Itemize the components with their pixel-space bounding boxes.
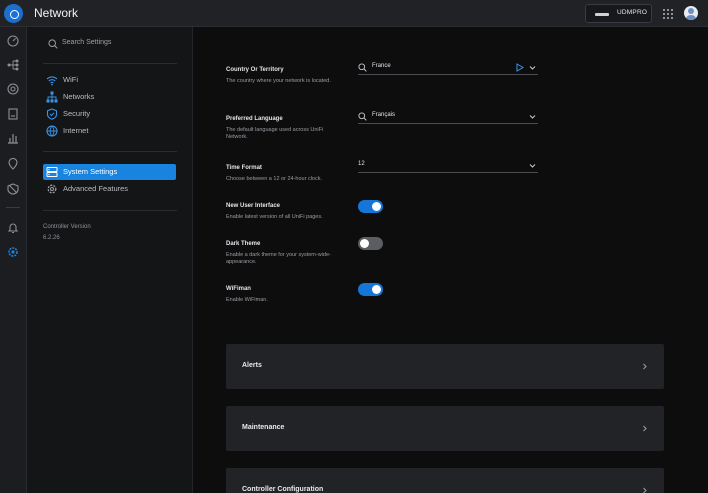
app-nav-rail — [0, 27, 27, 493]
insights-icon[interactable] — [7, 158, 19, 170]
settings-sidebar: Search Settings WiFi Networks Security I… — [27, 27, 193, 493]
panel-title: Alerts — [242, 362, 262, 369]
time-format-select[interactable]: 12 — [358, 159, 538, 173]
topology-icon[interactable] — [7, 59, 19, 71]
app-title: Network — [34, 6, 79, 20]
search-icon — [48, 39, 58, 49]
sidebar-divider — [43, 151, 177, 152]
dashboard-icon[interactable] — [7, 35, 19, 47]
country-label: Country Or Territory — [226, 67, 284, 73]
sidebar-item-label: System Settings — [63, 167, 118, 176]
sidebar-item-wifi[interactable]: WiFi — [43, 72, 176, 88]
traffic-management-icon[interactable] — [7, 183, 19, 195]
sidebar-item-advanced-features[interactable]: Advanced Features — [43, 181, 176, 197]
language-description: The default language used across UniFi N… — [226, 127, 324, 140]
device-name: UDMPRO — [617, 9, 648, 16]
wifiman-description: Enable WiFiman. — [226, 297, 268, 303]
controller-version-value: 6.2.26 — [43, 235, 60, 241]
sidebar-item-label: Internet — [63, 126, 89, 135]
location-arrow-icon[interactable] — [516, 63, 524, 72]
country-description: The country where your network is locate… — [226, 78, 331, 84]
wifi-icon — [46, 74, 58, 86]
chevron-down-icon[interactable] — [529, 162, 536, 169]
search-icon — [358, 63, 367, 72]
alerts-panel[interactable]: Alerts — [226, 344, 664, 389]
shield-icon — [46, 108, 58, 120]
time-format-value: 12 — [358, 161, 365, 167]
search-icon — [358, 112, 367, 121]
search-input[interactable]: Search Settings — [62, 39, 111, 46]
sidebar-item-label: Security — [63, 109, 91, 118]
sidebar-item-system-settings[interactable]: System Settings — [43, 164, 176, 180]
time-format-label: Time Format — [226, 165, 262, 171]
wifiman-label: WiFiman — [226, 286, 251, 292]
top-bar: Network UDMPRO — [0, 0, 708, 27]
controller-configuration-panel[interactable]: Controller Configuration — [226, 468, 664, 493]
time-format-description: Choose between a 12 or 24-hour clock. — [226, 176, 323, 182]
sidebar-divider — [43, 63, 177, 64]
chevron-right-icon — [641, 487, 648, 493]
chevron-down-icon[interactable] — [529, 64, 536, 71]
sidebar-item-networks[interactable]: Networks — [43, 89, 176, 105]
main-content: Country Or Territory The country where y… — [194, 27, 708, 493]
controller-version-label: Controller Version — [43, 224, 91, 230]
user-avatar-icon[interactable] — [684, 6, 698, 20]
sidebar-item-security[interactable]: Security — [43, 106, 176, 122]
new-ui-toggle[interactable] — [358, 200, 383, 213]
search-settings[interactable]: Search Settings — [48, 38, 178, 52]
globe-icon — [46, 125, 58, 137]
chevron-right-icon — [641, 363, 648, 370]
app-grid-icon[interactable] — [663, 9, 673, 19]
settings-icon[interactable] — [7, 246, 19, 258]
panel-title: Controller Configuration — [242, 486, 324, 493]
toggle-knob — [372, 285, 381, 294]
dark-theme-toggle[interactable] — [358, 237, 383, 250]
system-settings-icon — [46, 166, 58, 178]
sidebar-divider — [43, 210, 177, 211]
sidebar-item-label: Advanced Features — [63, 184, 129, 193]
new-ui-label: New User Interface — [226, 203, 281, 209]
language-label: Preferred Language — [226, 116, 283, 122]
language-value: Français — [372, 112, 396, 118]
rail-divider — [6, 207, 20, 208]
toggle-knob — [372, 202, 381, 211]
chevron-down-icon[interactable] — [529, 113, 536, 120]
advanced-features-icon — [46, 183, 58, 195]
device-icon — [595, 13, 609, 16]
chevron-right-icon — [641, 425, 648, 432]
devices-icon[interactable] — [7, 83, 19, 95]
sidebar-item-label: Networks — [63, 92, 95, 101]
toggle-knob — [360, 239, 369, 248]
dark-theme-description: Enable a dark theme for your system-wide… — [226, 252, 331, 265]
maintenance-panel[interactable]: Maintenance — [226, 406, 664, 451]
country-select[interactable]: France — [358, 61, 538, 75]
new-ui-description: Enable latest version of all UniFi pages… — [226, 214, 323, 220]
clients-icon[interactable] — [7, 108, 19, 120]
sidebar-item-internet[interactable]: Internet — [43, 123, 176, 139]
sidebar-item-label: WiFi — [63, 75, 78, 84]
statistics-icon[interactable] — [7, 132, 19, 144]
networks-icon — [46, 91, 58, 103]
wifiman-toggle[interactable] — [358, 283, 383, 296]
country-value: France — [372, 63, 391, 69]
alerts-icon[interactable] — [7, 222, 19, 234]
dark-theme-label: Dark Theme — [226, 241, 261, 247]
device-selector[interactable]: UDMPRO — [585, 4, 652, 23]
language-select[interactable]: Français — [358, 110, 538, 124]
panel-title: Maintenance — [242, 424, 285, 431]
ubiquiti-logo-icon[interactable] — [4, 4, 23, 23]
